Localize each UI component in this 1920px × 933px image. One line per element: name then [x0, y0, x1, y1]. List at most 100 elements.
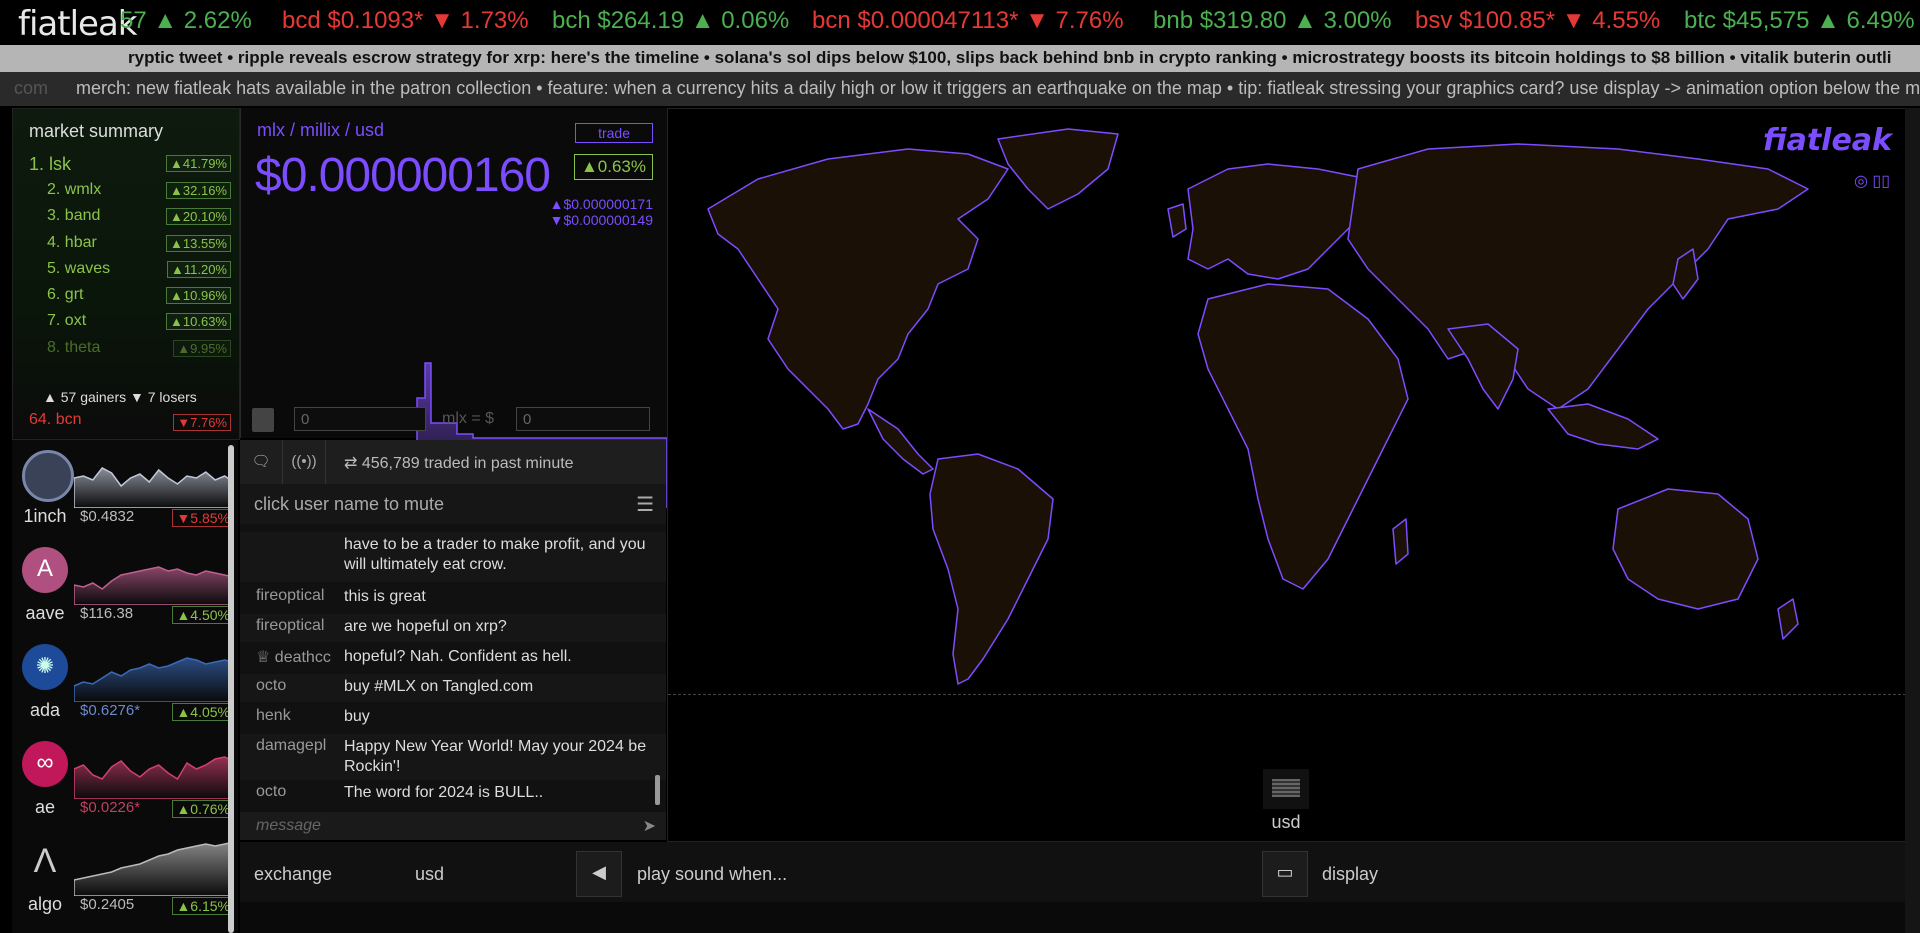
- chat-username[interactable]: henk: [256, 707, 340, 725]
- chat-username[interactable]: octo: [256, 677, 340, 695]
- coin-item-1inch[interactable]: 1inch $0.4832 ▼5.85%: [12, 440, 238, 537]
- chat-username[interactable]: fireoptical: [256, 587, 340, 605]
- market-row[interactable]: 3. band ▲20.10%: [13, 204, 239, 230]
- market-row-name: 4. hbar: [47, 234, 97, 251]
- us-flag-icon: [1272, 779, 1300, 797]
- exchange-currency[interactable]: usd: [415, 864, 444, 885]
- chat-username[interactable]: ♕ deathcc: [256, 647, 340, 667]
- message-input[interactable]: message ➤: [240, 812, 666, 840]
- send-icon[interactable]: ➤: [643, 816, 656, 836]
- coin-price: $0.6276*: [80, 702, 141, 719]
- market-row[interactable]: 7. oxt ▲10.63%: [13, 309, 239, 335]
- coin-change: ▲4.50%: [172, 606, 234, 624]
- coin-sparkline: [74, 756, 234, 799]
- coin-item-aave[interactable]: A aave $116.38 ▲4.50%: [12, 537, 238, 634]
- greenland: [997, 128, 1119, 210]
- coin-change: ▲0.76%: [172, 800, 234, 818]
- coin-change: ▲4.05%: [172, 703, 234, 721]
- sound-button[interactable]: ◀: [576, 851, 622, 897]
- mute-hint-bar: click user name to mute ☰: [240, 484, 666, 524]
- news-headlines[interactable]: ryptic tweet • ripple reveals escrow str…: [128, 48, 1891, 68]
- pair-low: ▼$0.000000149: [549, 212, 653, 228]
- pause-icon[interactable]: ▯▯: [1872, 173, 1890, 190]
- chat-tab-icon[interactable]: 🗨: [240, 440, 283, 484]
- converter-label: mlx = $: [442, 410, 495, 427]
- price-ticker: fiatleak 57 ▲ 2.62% bcd $0.1093* ▼ 1.73%…: [0, 0, 1920, 45]
- map-controls: ◎ ▯▯: [1854, 171, 1890, 191]
- north-america: [707, 148, 1009, 430]
- sparkline-path: [74, 566, 234, 605]
- coin-list[interactable]: 1inch $0.4832 ▼5.85% A aave $116.38 ▲4.5…: [12, 440, 238, 933]
- broadcast-tab-icon[interactable]: ((•)): [283, 440, 326, 484]
- display-label[interactable]: display: [1322, 864, 1378, 885]
- usd-flag-button[interactable]: [1263, 769, 1309, 809]
- uk: [1167, 203, 1187, 238]
- worst-performer-name[interactable]: 64. bcn: [29, 411, 81, 429]
- pair-name[interactable]: mlx / millix / usd: [257, 120, 384, 141]
- market-row[interactable]: 8. theta ▲9.95%: [13, 336, 239, 362]
- pair-panel: mlx / millix / usd $0.000000160 trade ▲0…: [240, 108, 667, 508]
- globe-icon[interactable]: ◎: [1854, 173, 1868, 190]
- coin-price: $0.0226*: [80, 799, 141, 816]
- ticker-item[interactable]: 57 ▲ 2.62%: [120, 7, 252, 35]
- ticker-item[interactable]: bsv $100.85* ▼ 4.55%: [1415, 7, 1660, 35]
- chat-text: have to be a trader to make profit, and …: [344, 536, 646, 573]
- coin-price: $116.38: [80, 605, 134, 622]
- chat-scrollbar[interactable]: [655, 775, 660, 805]
- market-row[interactable]: 6. grt ▲10.96%: [13, 283, 239, 309]
- market-row-change: ▲10.96%: [166, 287, 231, 304]
- coin-list-scrollbar[interactable]: [228, 445, 234, 933]
- market-row-name: 7. oxt: [47, 312, 87, 329]
- coin-change: ▲6.15%: [172, 897, 234, 915]
- europe: [1187, 163, 1369, 280]
- news-headline-bar[interactable]: ryptic tweet • ripple reveals escrow str…: [0, 45, 1920, 72]
- menu-icon[interactable]: ☰: [636, 492, 654, 517]
- mlx-amount-input[interactable]: [294, 407, 426, 431]
- chat-message: octo The word for 2024 is BULL..: [240, 780, 666, 808]
- asia: [1347, 143, 1809, 410]
- chat-text: Happy New Year World! May your 2024 be R…: [344, 738, 647, 775]
- chat-text: buy: [344, 708, 370, 725]
- market-row[interactable]: 4. hbar ▲13.55%: [13, 231, 239, 257]
- calculator-icon[interactable]: [252, 408, 274, 432]
- trade-button[interactable]: trade: [575, 123, 653, 143]
- mute-hint: click user name to mute: [254, 494, 445, 514]
- chat-text: buy #MLX on Tangled.com: [344, 678, 534, 695]
- algorand-icon: Ʌ: [33, 842, 57, 880]
- monitor-icon: ▭: [1276, 862, 1294, 882]
- page-edge: [1905, 108, 1920, 933]
- ticker-item[interactable]: bnb $319.80 ▲ 3.00%: [1153, 7, 1392, 35]
- news-tips-bar: com merch: new fiatleak hats available i…: [0, 72, 1920, 106]
- bottom-strip: [240, 902, 1905, 933]
- worst-performer-change: ▼7.76%: [173, 414, 231, 431]
- aeternity-icon: ∞: [22, 741, 68, 787]
- sound-label[interactable]: play sound when...: [637, 864, 787, 885]
- chat-username[interactable]: octo: [256, 783, 340, 801]
- converter-bar: mlx = $: [240, 402, 666, 438]
- ticker-item[interactable]: bch $264.19 ▲ 0.06%: [552, 7, 789, 35]
- market-row[interactable]: 1. lsk ▲41.79%: [13, 151, 239, 177]
- settings-bar: exchange usd ◀ play sound when... ▭ disp…: [240, 842, 1905, 902]
- chat-username[interactable]: fireoptical: [256, 617, 340, 635]
- market-row[interactable]: 2. wmlx ▲32.16%: [13, 178, 239, 204]
- coin-item-algo[interactable]: Ʌ algo $0.2405 ▲6.15%: [12, 828, 238, 925]
- ticker-item[interactable]: bcn $0.000047113* ▼ 7.76%: [812, 7, 1124, 35]
- usd-amount-input[interactable]: [516, 407, 650, 431]
- equator-line: [668, 694, 1906, 695]
- 1inch-icon: [22, 450, 74, 502]
- display-button[interactable]: ▭: [1262, 851, 1308, 897]
- ticker-item[interactable]: bcd $0.1093* ▼ 1.73%: [282, 7, 529, 35]
- coin-sparkline: [74, 841, 234, 896]
- market-row[interactable]: 5. waves ▲11.20%: [13, 257, 239, 283]
- market-summary-title: market summary: [29, 121, 164, 141]
- fiatleak-logo[interactable]: fiatleak: [18, 4, 137, 44]
- chat-text: The word for 2024 is BULL..: [344, 784, 544, 801]
- ticker-item[interactable]: btc $45,575 ▲ 6.49%: [1684, 7, 1915, 35]
- world-map[interactable]: fiatleak ◎ ▯▯ usd: [667, 108, 1907, 842]
- coin-item-ae[interactable]: ∞ ae $0.0226* ▲0.76%: [12, 731, 238, 828]
- coin-sparkline: [74, 657, 234, 702]
- chat-username[interactable]: damagepl: [256, 737, 340, 755]
- coin-item-ada[interactable]: ✺ ada $0.6276* ▲4.05%: [12, 634, 238, 731]
- southeast-asia: [1547, 403, 1659, 450]
- exchange-label: exchange: [254, 864, 333, 884]
